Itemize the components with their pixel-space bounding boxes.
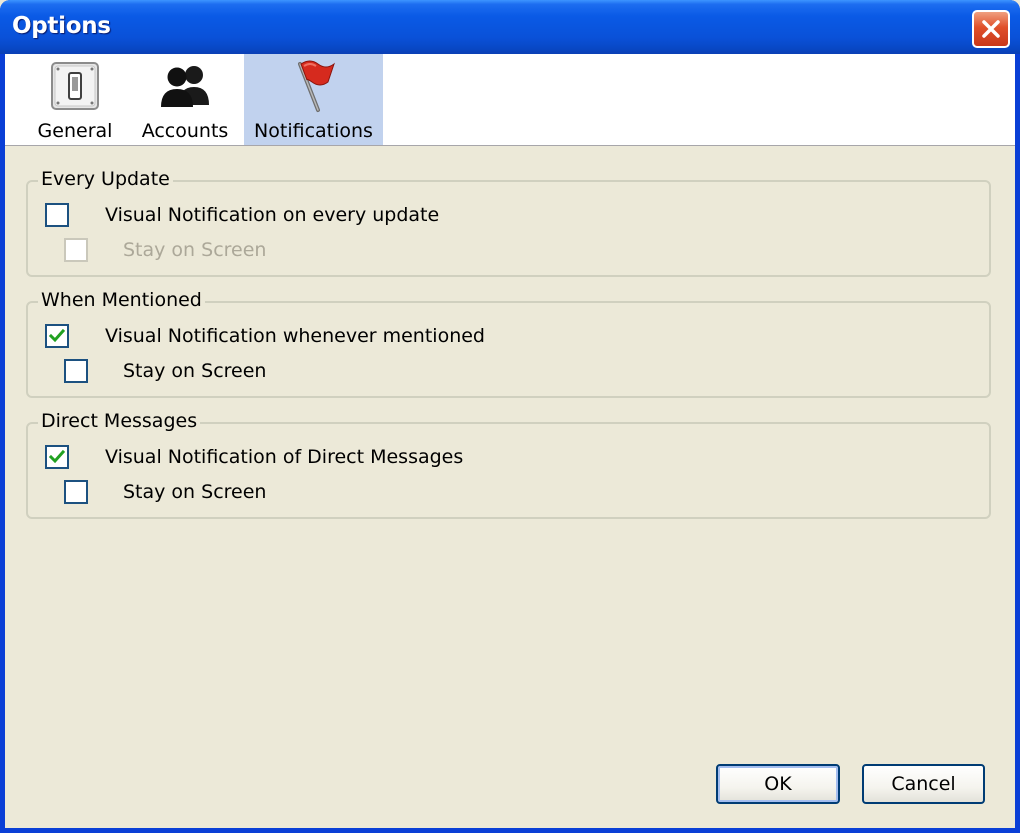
tab-notifications-label: Notifications — [254, 120, 373, 142]
checkbox-label: Visual Notification of Direct Messages — [105, 446, 464, 468]
stay-on-screen-mentioned-checkbox[interactable]: Stay on Screen — [64, 359, 266, 383]
group-every-update: Every Update Visual Notification on ever… — [26, 168, 991, 277]
tab-accounts[interactable]: Accounts — [135, 54, 235, 145]
users-icon — [157, 58, 213, 114]
checkbox-label: Stay on Screen — [123, 239, 267, 261]
tab-notifications[interactable]: Notifications — [244, 54, 383, 145]
group-title: Every Update — [38, 168, 173, 190]
visual-notification-every-update-checkbox[interactable]: Visual Notification on every update — [45, 203, 439, 227]
cancel-button[interactable]: Cancel — [862, 764, 985, 804]
group-direct-messages: Direct Messages Visual Notification of D… — [26, 410, 991, 519]
close-icon — [982, 20, 1000, 38]
ok-button[interactable]: OK — [716, 764, 840, 804]
checkbox-box[interactable] — [45, 324, 69, 348]
stay-on-screen-direct-messages-checkbox[interactable]: Stay on Screen — [64, 480, 266, 504]
visual-notification-mentioned-checkbox[interactable]: Visual Notification whenever mentioned — [45, 324, 485, 348]
group-title: When Mentioned — [38, 289, 205, 311]
checkbox-label: Visual Notification on every update — [105, 204, 440, 226]
checkbox-label: Stay on Screen — [123, 360, 267, 382]
checkbox-box[interactable] — [64, 359, 88, 383]
dialog-body: General Accounts Notifications Every Upd… — [5, 54, 1015, 828]
checkbox-box[interactable] — [45, 203, 69, 227]
switch-icon — [47, 58, 103, 114]
checkbox-box[interactable] — [64, 480, 88, 504]
group-title: Direct Messages — [38, 410, 201, 432]
title-bar[interactable]: Options — [0, 0, 1020, 54]
category-toolbar: General Accounts Notifications — [5, 54, 1015, 146]
checkbox-label: Visual Notification whenever mentioned — [105, 325, 485, 347]
group-when-mentioned: When Mentioned Visual Notification whene… — [26, 289, 991, 398]
checkbox-box[interactable] — [64, 238, 88, 262]
tab-general[interactable]: General — [33, 54, 117, 145]
flag-icon — [286, 58, 342, 114]
checkbox-label: Stay on Screen — [123, 481, 267, 503]
checkmark-icon — [48, 449, 66, 464]
visual-notification-direct-messages-checkbox[interactable]: Visual Notification of Direct Messages — [45, 445, 463, 469]
stay-on-screen-every-update-checkbox[interactable]: Stay on Screen — [64, 238, 266, 262]
checkbox-box[interactable] — [45, 445, 69, 469]
close-button[interactable] — [972, 10, 1010, 48]
tab-general-label: General — [37, 120, 113, 142]
window-title: Options — [12, 13, 111, 39]
checkmark-icon — [48, 328, 66, 343]
tab-accounts-label: Accounts — [141, 120, 229, 142]
options-window: Options General Accounts Notifications E… — [0, 0, 1020, 833]
